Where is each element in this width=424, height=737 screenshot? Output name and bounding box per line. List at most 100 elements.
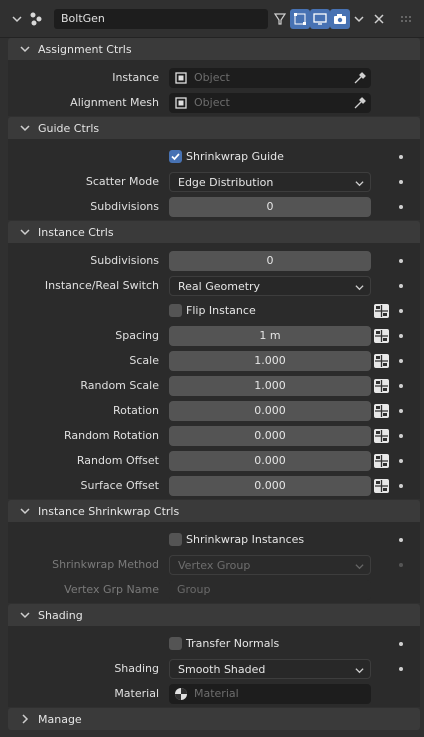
random-rotation-row: Random Rotation 0.000 — [0, 426, 424, 446]
shrinkwrap-method-dropdown[interactable]: Vertex Group — [169, 555, 371, 575]
instance-label: Instance — [112, 71, 159, 84]
shading-label: Shading — [114, 662, 159, 675]
spacing-label: Spacing — [115, 329, 159, 342]
instance-row: Instance Object — [0, 68, 424, 88]
section-title: Assignment Ctrls — [38, 42, 132, 56]
alignment-mesh-label: Alignment Mesh — [70, 96, 159, 109]
render-toggle[interactable] — [330, 9, 350, 29]
section-shading-header[interactable]: Shading — [8, 604, 420, 626]
collapse-chevron-icon[interactable] — [10, 12, 24, 26]
node-socket-icon[interactable] — [373, 403, 390, 419]
shrinkwrap-guide-checkbox[interactable] — [169, 150, 182, 163]
section-manage-header[interactable]: Manage — [8, 708, 420, 730]
edit-mode-toggle[interactable] — [270, 9, 290, 29]
surface-offset-row: Surface Offset 0.000 — [0, 476, 424, 496]
keyframe-dot-icon[interactable] — [399, 642, 403, 646]
instance-real-switch-label: Instance/Real Switch — [44, 279, 159, 292]
node-socket-icon[interactable] — [373, 378, 390, 394]
viewport-toggle[interactable] — [310, 9, 330, 29]
shrinkwrap-guide-label: Shrinkwrap Guide — [186, 150, 284, 163]
dropdown-chevron-icon[interactable] — [352, 12, 366, 26]
keyframe-dot-icon[interactable] — [399, 205, 403, 209]
keyframe-dot-icon[interactable] — [399, 484, 403, 488]
keyframe-dot-icon[interactable] — [399, 563, 403, 567]
keyframe-dot-icon[interactable] — [399, 667, 403, 671]
keyframe-dot-icon[interactable] — [399, 309, 403, 313]
node-socket-icon[interactable] — [373, 428, 390, 444]
chevron-down-icon — [16, 610, 34, 620]
alignment-mesh-field[interactable]: Object — [169, 93, 371, 113]
section-title: Instance Shrinkwrap Ctrls — [38, 504, 180, 518]
section-title: Guide Ctrls — [38, 121, 100, 135]
node-socket-icon[interactable] — [373, 353, 390, 369]
object-icon — [175, 97, 187, 109]
shrinkwrap-instances-checkbox[interactable] — [169, 533, 182, 546]
scatter-mode-value: Edge Distribution — [178, 176, 274, 189]
rotation-field[interactable]: 0.000 — [169, 401, 371, 421]
scatter-mode-dropdown[interactable]: Edge Distribution — [169, 172, 371, 192]
on-cage-toggle[interactable] — [290, 9, 310, 29]
transfer-normals-checkbox[interactable] — [169, 637, 182, 650]
section-title: Shading — [38, 608, 83, 622]
random-offset-field[interactable]: 0.000 — [169, 451, 371, 471]
section-title: Manage — [38, 712, 82, 726]
random-scale-label: Random Scale — [80, 379, 159, 392]
shading-row: Shading Smooth Shaded — [0, 659, 424, 679]
scatter-mode-label: Scatter Mode — [85, 175, 159, 188]
node-socket-icon[interactable] — [373, 328, 390, 344]
chevron-down-icon — [16, 44, 34, 54]
drag-handle-icon[interactable] — [399, 13, 413, 25]
vertex-select-icon — [294, 13, 306, 25]
chevron-down-icon — [355, 277, 364, 297]
modifier-name-field[interactable]: BoltGen — [54, 9, 268, 29]
section-assignment-header[interactable]: Assignment Ctrls — [8, 38, 420, 60]
keyframe-dot-icon[interactable] — [399, 384, 403, 388]
vertex-group-field[interactable]: Group — [169, 580, 371, 600]
guide-subdivisions-label: Subdivisions — [90, 200, 159, 213]
keyframe-dot-icon[interactable] — [399, 155, 403, 159]
material-row: Material Material — [0, 684, 424, 704]
keyframe-dot-icon[interactable] — [399, 259, 403, 263]
section-guide-header[interactable]: Guide Ctrls — [8, 117, 420, 139]
alignment-mesh-row: Alignment Mesh Object — [0, 93, 424, 113]
instance-subdivisions-field[interactable]: 0 — [169, 251, 371, 271]
rotation-row: Rotation 0.000 — [0, 401, 424, 421]
keyframe-dot-icon[interactable] — [399, 180, 403, 184]
instance-object-field[interactable]: Object — [169, 68, 371, 88]
section-instance-header[interactable]: Instance Ctrls — [8, 221, 420, 243]
shading-value: Smooth Shaded — [178, 663, 266, 676]
chevron-right-icon — [16, 714, 34, 724]
transfer-normals-label: Transfer Normals — [186, 637, 280, 650]
node-socket-icon[interactable] — [373, 303, 390, 319]
eyedropper-icon[interactable] — [353, 96, 367, 110]
node-socket-icon[interactable] — [373, 453, 390, 469]
checkmark-icon — [171, 153, 180, 161]
section-title: Instance Ctrls — [38, 225, 114, 239]
shrinkwrap-method-value: Vertex Group — [178, 559, 251, 572]
material-field[interactable]: Material — [169, 684, 371, 704]
eyedropper-icon[interactable] — [353, 71, 367, 85]
instance-real-switch-dropdown[interactable]: Real Geometry — [169, 276, 371, 296]
keyframe-dot-icon[interactable] — [399, 459, 403, 463]
keyframe-dot-icon[interactable] — [399, 538, 403, 542]
guide-subdivisions-field[interactable]: 0 — [169, 197, 371, 217]
section-shrinkwrap-header[interactable]: Instance Shrinkwrap Ctrls — [8, 500, 420, 522]
surface-offset-field[interactable]: 0.000 — [169, 476, 371, 496]
keyframe-dot-icon[interactable] — [399, 434, 403, 438]
node-socket-icon[interactable] — [373, 478, 390, 494]
material-placeholder: Material — [194, 687, 239, 700]
close-icon[interactable] — [372, 12, 386, 26]
shading-dropdown[interactable]: Smooth Shaded — [169, 659, 371, 679]
flip-instance-row: Flip Instance — [0, 301, 424, 321]
scale-field[interactable]: 1.000 — [169, 351, 371, 371]
instance-subdivisions-label: Subdivisions — [90, 254, 159, 267]
keyframe-dot-icon[interactable] — [399, 409, 403, 413]
flip-instance-checkbox[interactable] — [169, 304, 182, 317]
keyframe-dot-icon[interactable] — [399, 359, 403, 363]
keyframe-dot-icon[interactable] — [399, 284, 403, 288]
instance-real-switch-value: Real Geometry — [178, 280, 261, 293]
spacing-field[interactable]: 1 m — [169, 326, 371, 346]
random-rotation-field[interactable]: 0.000 — [169, 426, 371, 446]
keyframe-dot-icon[interactable] — [399, 334, 403, 338]
random-scale-field[interactable]: 1.000 — [169, 376, 371, 396]
